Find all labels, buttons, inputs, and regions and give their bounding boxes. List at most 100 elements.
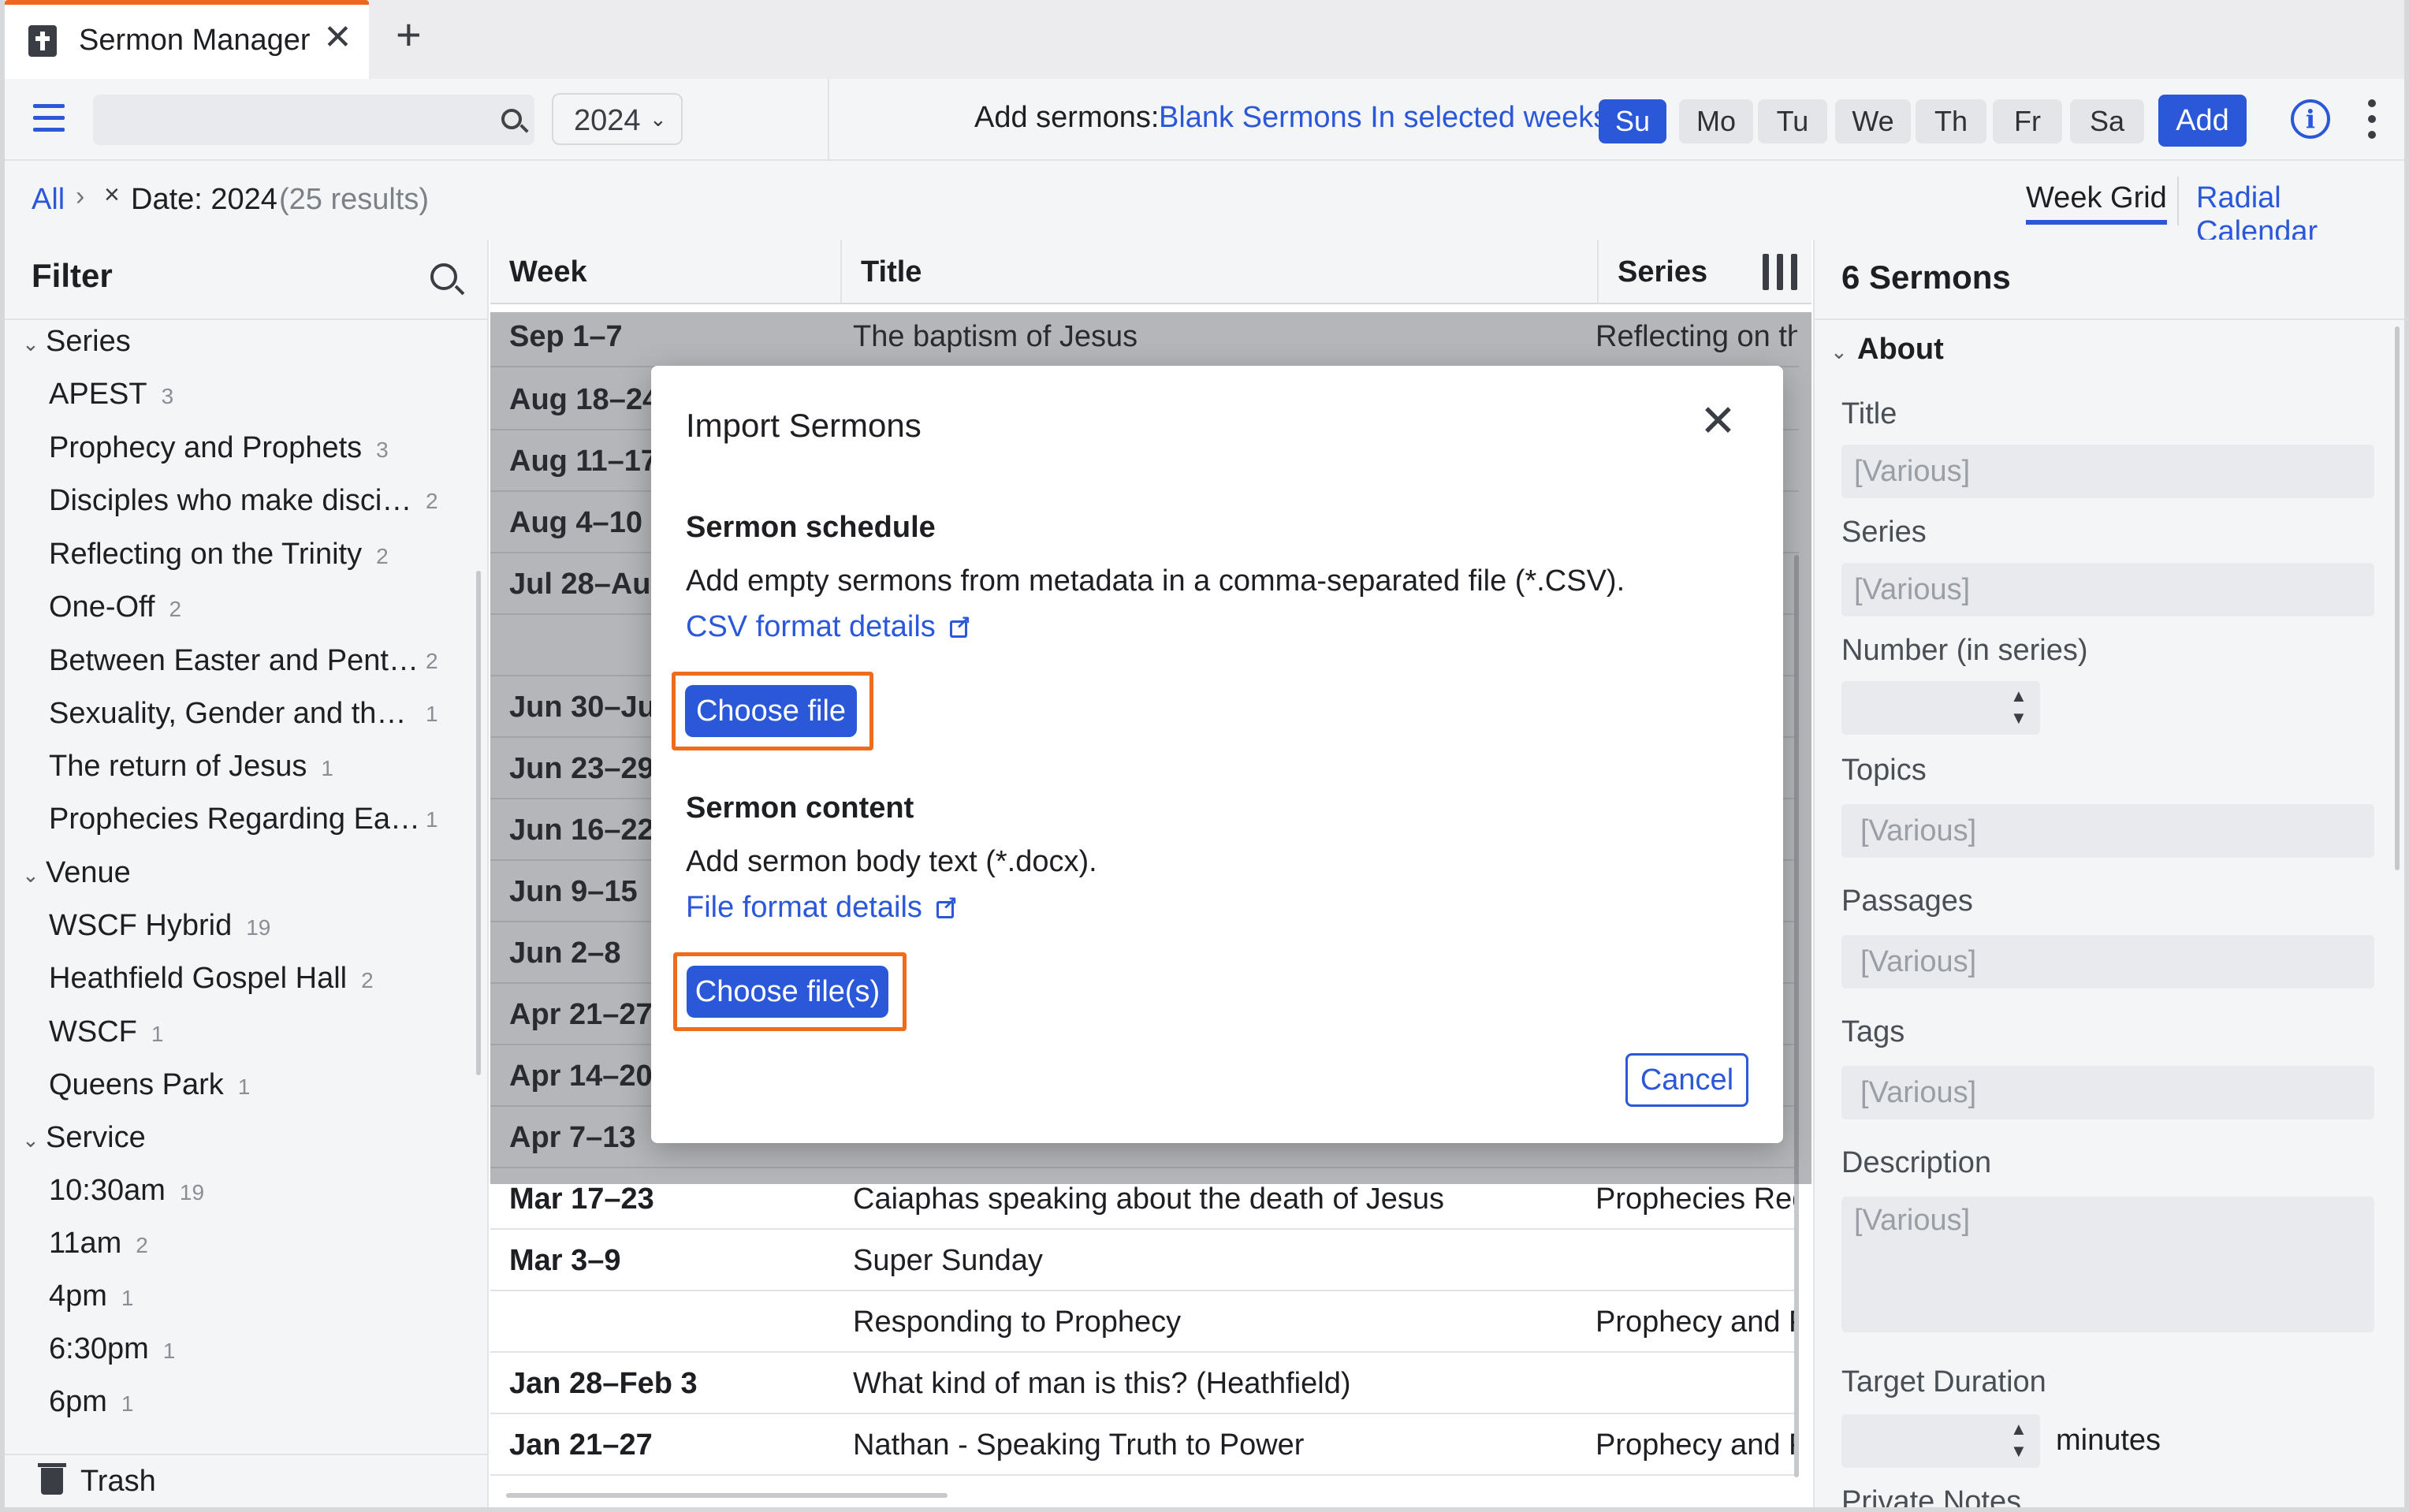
title-label: Title xyxy=(1841,397,1897,430)
filter-group-series[interactable]: ⌄ Series xyxy=(22,325,131,359)
day-toggle-su[interactable]: Su xyxy=(1599,99,1666,143)
tags-label: Tags xyxy=(1841,1015,1905,1048)
details-panel: 6 Sermons ⌄ About Title [Various] Series … xyxy=(1813,240,2404,1507)
trash-label: Trash xyxy=(80,1465,156,1498)
new-tab-button[interactable]: + xyxy=(396,13,422,57)
schedule-heading: Sermon schedule xyxy=(686,511,936,544)
day-toggle-we[interactable]: We xyxy=(1835,99,1911,143)
filter-item[interactable]: One-Off 2 xyxy=(49,590,181,624)
about-section-toggle[interactable]: ⌄ About xyxy=(1830,333,1944,367)
stepper-down-icon[interactable]: ▼ xyxy=(2010,1441,2027,1462)
filter-item[interactable]: Heathfield Gospel Hall 2 xyxy=(49,962,374,996)
filter-item[interactable]: 10:30am 19 xyxy=(49,1174,204,1208)
description-label: Description xyxy=(1841,1146,1992,1179)
year-value: 2024 xyxy=(574,104,641,137)
day-toggle-fr[interactable]: Fr xyxy=(1993,99,2062,143)
series-field[interactable]: [Various] xyxy=(1841,563,2374,616)
filter-scrollbar[interactable] xyxy=(476,571,481,1075)
chevron-down-icon: ⌄ xyxy=(22,332,39,356)
chevron-down-icon: ⌄ xyxy=(22,863,39,887)
filter-item[interactable]: 4pm 1 xyxy=(49,1279,134,1313)
more-options-icon[interactable] xyxy=(2368,99,2377,139)
menu-icon[interactable] xyxy=(33,104,65,132)
add-sermons-label: Add sermons: xyxy=(974,101,1160,134)
tags-field[interactable]: [Various] xyxy=(1841,1066,2374,1119)
trash-icon xyxy=(38,1463,66,1495)
filter-item[interactable]: The return of Jesus 1 xyxy=(49,750,333,784)
dialog-title: Import Sermons xyxy=(686,407,922,444)
close-tab-icon[interactable]: ✕ xyxy=(323,17,352,58)
passages-field[interactable]: [Various] xyxy=(1841,935,2374,989)
column-header-week[interactable]: Week xyxy=(490,240,842,304)
chevron-down-icon: ⌄ xyxy=(22,1128,39,1152)
choose-file-button[interactable]: Choose file xyxy=(685,685,857,737)
table-horizontal-scrollbar[interactable] xyxy=(506,1493,948,1498)
filter-item[interactable]: Disciples who make disci… 2 xyxy=(49,484,438,518)
breadcrumb-all[interactable]: All xyxy=(32,183,65,217)
day-toggle-tu[interactable]: Tu xyxy=(1758,99,1827,143)
toolbar: 2024 ⌄ Add sermons: Blank Sermons In sel… xyxy=(5,79,2404,161)
cancel-button[interactable]: Cancel xyxy=(1625,1053,1748,1107)
description-field[interactable]: [Various] xyxy=(1841,1197,2374,1332)
table-row[interactable]: Responding to Prophecy Prophecy and P xyxy=(490,1291,1799,1353)
file-format-link[interactable]: File format details xyxy=(686,891,958,925)
filter-item[interactable]: Prophecy and Prophets 3 xyxy=(49,431,389,465)
tab-title: Sermon Manager xyxy=(79,24,311,57)
day-toggle-th[interactable]: Th xyxy=(1916,99,1986,143)
column-header-title[interactable]: Title xyxy=(842,240,1599,304)
close-icon[interactable]: ✕ xyxy=(1700,399,1737,443)
filter-item[interactable]: Sexuality, Gender and th… 1 xyxy=(49,697,438,731)
trash-item[interactable]: Trash xyxy=(5,1454,487,1507)
duration-label: Target Duration xyxy=(1841,1365,2046,1398)
search-input[interactable] xyxy=(93,95,534,145)
day-toggle-sa[interactable]: Sa xyxy=(2070,99,2144,143)
info-icon[interactable]: i xyxy=(2291,99,2330,139)
topics-label: Topics xyxy=(1841,754,1927,787)
filter-item[interactable]: 6:30pm 1 xyxy=(49,1332,175,1366)
tab-sermon-manager[interactable]: Sermon Manager ✕ xyxy=(5,0,369,79)
filter-item[interactable]: Between Easter and Pent… 2 xyxy=(49,644,438,678)
content-description: Add sermon body text (*.docx). xyxy=(686,845,1097,878)
topics-field[interactable]: [Various] xyxy=(1841,804,2374,858)
day-toggle-mo[interactable]: Mo xyxy=(1679,99,1753,143)
stepper-up-icon[interactable]: ▲ xyxy=(2010,1419,2027,1439)
details-scrollbar[interactable] xyxy=(2395,326,2400,870)
filter-item[interactable]: APEST 3 xyxy=(49,378,173,412)
blank-sermons-link[interactable]: Blank Sermons In selected weeks xyxy=(1159,101,1608,135)
stepper-up-icon[interactable]: ▲ xyxy=(2010,686,2027,706)
stepper-down-icon[interactable]: ▼ xyxy=(2010,708,2027,728)
column-chooser-icon[interactable] xyxy=(1763,254,1797,290)
filter-item[interactable]: Reflecting on the Trinity 2 xyxy=(49,538,389,572)
filter-item[interactable]: 11am 2 xyxy=(49,1227,148,1261)
choose-files-button[interactable]: Choose file(s) xyxy=(687,966,888,1018)
content-heading: Sermon content xyxy=(686,791,914,825)
table-row[interactable]: Jan 28–Feb 3 What kind of man is this? (H… xyxy=(490,1353,1799,1414)
view-tab-divider xyxy=(2177,177,2179,225)
filter-item[interactable]: Prophecies Regarding Ea… 1 xyxy=(49,803,438,836)
tab-week-grid[interactable]: Week Grid xyxy=(2026,181,2167,225)
breadcrumb-separator: › xyxy=(76,181,85,211)
number-stepper[interactable]: ▲ ▼ xyxy=(1841,681,2040,735)
add-button[interactable]: Add xyxy=(2158,95,2247,147)
csv-format-link[interactable]: CSV format details xyxy=(686,610,971,644)
import-sermons-dialog: Import Sermons ✕ Sermon schedule Add emp… xyxy=(651,366,1783,1143)
filter-item[interactable]: WSCF 1 xyxy=(49,1015,163,1049)
filter-title: Filter xyxy=(32,257,113,294)
filter-group-service[interactable]: ⌄ Service xyxy=(22,1121,146,1155)
choose-files-highlight: Choose file(s) xyxy=(673,952,907,1031)
title-field[interactable]: [Various] xyxy=(1841,445,2374,498)
remove-filter-icon[interactable]: × xyxy=(104,180,120,210)
filter-item[interactable]: WSCF Hybrid 19 xyxy=(49,909,270,943)
filter-search-icon[interactable] xyxy=(430,263,457,290)
chevron-down-icon: ⌄ xyxy=(1830,340,1848,363)
year-select[interactable]: 2024 ⌄ xyxy=(552,93,683,145)
table-row[interactable]: Jan 21–27 Nathan - Speaking Truth to Powe… xyxy=(490,1414,1799,1476)
table-row[interactable]: Mar 3–9 Super Sunday xyxy=(490,1230,1799,1291)
external-link-icon xyxy=(949,612,971,638)
number-label: Number (in series) xyxy=(1841,634,2088,667)
filter-item[interactable]: 6pm 1 xyxy=(49,1385,134,1419)
duration-stepper[interactable]: ▲ ▼ xyxy=(1841,1414,2040,1468)
filter-item[interactable]: Queens Park 1 xyxy=(49,1068,250,1102)
series-label: Series xyxy=(1841,516,1927,549)
filter-group-venue[interactable]: ⌄ Venue xyxy=(22,856,131,890)
